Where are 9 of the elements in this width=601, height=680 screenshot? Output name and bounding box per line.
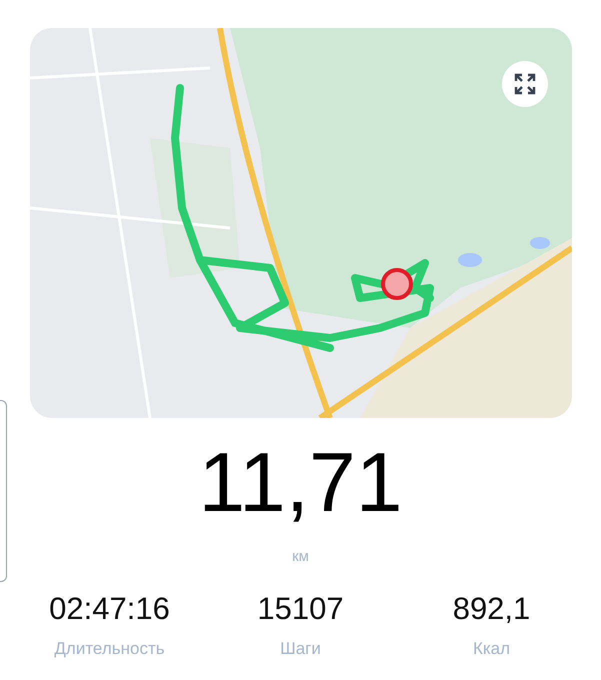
- stat-value: 15107: [257, 592, 344, 624]
- stat-label: Шаги: [280, 638, 321, 660]
- distance-value: 11,71: [198, 440, 402, 524]
- distance-unit: км: [292, 547, 309, 567]
- stat-value: 02:47:16: [49, 592, 170, 624]
- stat-label: Длительность: [54, 638, 165, 660]
- stat-value: 892,1: [452, 592, 530, 624]
- expand-icon: [513, 72, 537, 96]
- stat-label: Ккал: [472, 638, 510, 660]
